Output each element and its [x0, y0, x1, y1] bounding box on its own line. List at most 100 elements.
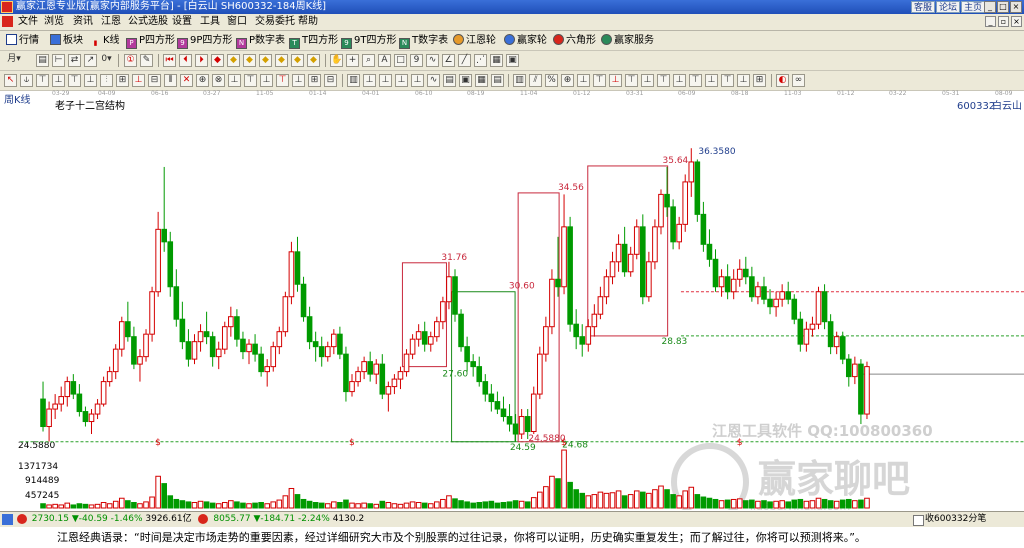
child-restore-icon[interactable]: ▫ — [998, 16, 1009, 27]
close-icon[interactable]: × — [1010, 1, 1022, 13]
tool-46-icon[interactable]: ⊥ — [737, 74, 750, 87]
tool-11-icon[interactable]: ⫴ — [164, 74, 177, 87]
first-icon[interactable]: ⏮ — [163, 54, 176, 67]
tool-36-icon[interactable]: ⊥ — [577, 74, 590, 87]
tool-29-icon[interactable]: ▣ — [459, 74, 472, 87]
menu-tools[interactable]: 工具 — [200, 14, 220, 30]
menu-news[interactable]: 资讯 — [73, 14, 93, 30]
toolbar-winner-wheel-button[interactable]: 赢家轮 — [504, 33, 547, 48]
diamond-3-icon[interactable]: ◆ — [243, 54, 256, 67]
fork-icon[interactable]: ⫝ — [20, 74, 33, 87]
diamond-2-icon[interactable]: ◆ — [227, 54, 240, 67]
tool-31-icon[interactable]: ▤ — [491, 74, 504, 87]
tool-21-icon[interactable]: ⊟ — [324, 74, 337, 87]
tool-20-icon[interactable]: ⊞ — [308, 74, 321, 87]
tool-3-icon[interactable]: ⊤ — [36, 74, 49, 87]
toolbar-9t-square-button[interactable]: 9 9T四方形 — [341, 33, 396, 49]
tool-40-icon[interactable]: ⊥ — [641, 74, 654, 87]
tool-4-icon[interactable]: ⊥ — [52, 74, 65, 87]
tool-42-icon[interactable]: ⊥ — [673, 74, 686, 87]
toolbar-gann-wheel-button[interactable]: 江恩轮 — [453, 33, 496, 48]
angle-icon[interactable]: ∠ — [442, 54, 455, 67]
child-minimize-icon[interactable]: _ — [985, 16, 996, 27]
tool-24-icon[interactable]: ⊥ — [379, 74, 392, 87]
tool-38-icon[interactable]: ⊥ — [609, 74, 622, 87]
diamond-7-icon[interactable]: ◆ — [307, 54, 320, 67]
color-icon[interactable]: ◐ — [776, 74, 789, 87]
ruler-icon[interactable]: ⊢ — [52, 54, 65, 67]
pen-icon[interactable]: ✎ — [140, 54, 153, 67]
menu-window[interactable]: 窗口 — [227, 14, 247, 30]
child-close-icon[interactable]: × — [1011, 16, 1022, 27]
tool-19-icon[interactable]: ⊥ — [292, 74, 305, 87]
diamond-5-icon[interactable]: ◆ — [275, 54, 288, 67]
kline-chart[interactable]: 江恩工具软件 QQ:100800360 赢家聊吧 jiaoba.yingjia.… — [0, 92, 1024, 510]
tool-45-icon[interactable]: ⊤ — [721, 74, 734, 87]
toolbar-9p-square-button[interactable]: 9 9P四方形 — [177, 33, 232, 49]
tool-17-icon[interactable]: ⊥ — [260, 74, 273, 87]
mirror-icon[interactable]: ⇄ — [68, 54, 81, 67]
diamond-4-icon[interactable]: ◆ — [259, 54, 272, 67]
trend-icon[interactable]: ↗ — [84, 54, 97, 67]
diamond-6-icon[interactable]: ◆ — [291, 54, 304, 67]
tool-7-icon[interactable]: ⫶ — [100, 74, 113, 87]
tool-37-icon[interactable]: ⊤ — [593, 74, 606, 87]
toolbar-quotes-button[interactable]: 行情 — [6, 33, 39, 48]
tick-info[interactable]: 收600332分笔 — [925, 512, 986, 527]
tool-43-icon[interactable]: ⊤ — [689, 74, 702, 87]
tool-47-icon[interactable]: ⊞ — [753, 74, 766, 87]
tool-32-icon[interactable]: ▥ — [513, 74, 526, 87]
arrow-tool-icon[interactable]: ↖ — [4, 74, 17, 87]
text-icon[interactable]: A — [378, 54, 391, 67]
tool-33-icon[interactable]: ⫽ — [529, 74, 542, 87]
play-icon[interactable]: ⏵ — [195, 54, 208, 67]
minimize-icon[interactable]: _ — [984, 1, 996, 13]
menu-browse[interactable]: 浏览 — [44, 14, 64, 30]
tool-14-icon[interactable]: ⊗ — [212, 74, 225, 87]
chart-canvas[interactable]: 江恩工具软件 QQ:100800360 赢家聊吧 jiaoba.yingjia.… — [0, 92, 1024, 510]
line-icon[interactable]: ╱ — [458, 54, 471, 67]
tool-41-icon[interactable]: ⊤ — [657, 74, 670, 87]
tool-9-icon[interactable]: ⊥ — [132, 74, 145, 87]
toolbar-t-table-button[interactable]: N T数字表 — [399, 33, 448, 49]
tool-5-icon[interactable]: ⊤ — [68, 74, 81, 87]
toolbar-service-button[interactable]: 赢家服务 — [601, 33, 654, 48]
tool-35-icon[interactable]: ⊕ — [561, 74, 574, 87]
tool-8-icon[interactable]: ⊞ — [116, 74, 129, 87]
menu-file[interactable]: 文件 — [18, 14, 38, 30]
count-icon[interactable]: ① — [124, 54, 137, 67]
number-icon[interactable]: 9 — [410, 54, 423, 67]
tool-10-icon[interactable]: ⊟ — [148, 74, 161, 87]
square-icon[interactable]: □ — [394, 54, 407, 67]
grid-draw-icon[interactable]: ▦ — [490, 54, 503, 67]
tool-16-icon[interactable]: ⊤ — [244, 74, 257, 87]
toolbar-hexagon-button[interactable]: 六角形 — [553, 33, 596, 48]
menu-formula[interactable]: 公式选股 — [128, 14, 168, 30]
homepage-link[interactable]: 主页 — [961, 1, 986, 13]
menu-help[interactable]: 帮助 — [298, 14, 318, 30]
zero-select[interactable]: 0▾ — [100, 54, 113, 67]
checkbox-icon[interactable] — [913, 515, 924, 526]
menu-trade[interactable]: 交易委托 — [255, 14, 295, 30]
maximize-icon[interactable]: □ — [997, 1, 1009, 13]
tool-27-icon[interactable]: ∿ — [427, 74, 440, 87]
tool-18-icon[interactable]: ⊤ — [276, 74, 289, 87]
toolbar-t-square-button[interactable]: T T四方形 — [289, 33, 338, 49]
menu-settings[interactable]: 设置 — [172, 14, 192, 30]
period-select[interactable]: 月▾ — [4, 54, 24, 67]
tool-22-icon[interactable]: ▥ — [347, 74, 360, 87]
hand-icon[interactable]: ✋ — [330, 54, 343, 67]
infinity-icon[interactable]: ∞ — [792, 74, 805, 87]
wave-icon[interactable]: ∿ — [426, 54, 439, 67]
tool-25-icon[interactable]: ⊥ — [395, 74, 408, 87]
diamond-icon[interactable]: ◆ — [211, 54, 224, 67]
layout-icon[interactable]: ▤ — [36, 54, 49, 67]
prev-icon[interactable]: ⏴ — [179, 54, 192, 67]
toolbar-p-square-button[interactable]: P P四方形 — [126, 33, 175, 49]
forum-link[interactable]: 论坛 — [936, 1, 961, 13]
percent-icon[interactable]: % — [545, 74, 558, 87]
box-icon[interactable]: ▣ — [506, 54, 519, 67]
tool-28-icon[interactable]: ▤ — [443, 74, 456, 87]
search-icon[interactable]: ⌕ — [362, 54, 375, 67]
tool-13-icon[interactable]: ⊕ — [196, 74, 209, 87]
